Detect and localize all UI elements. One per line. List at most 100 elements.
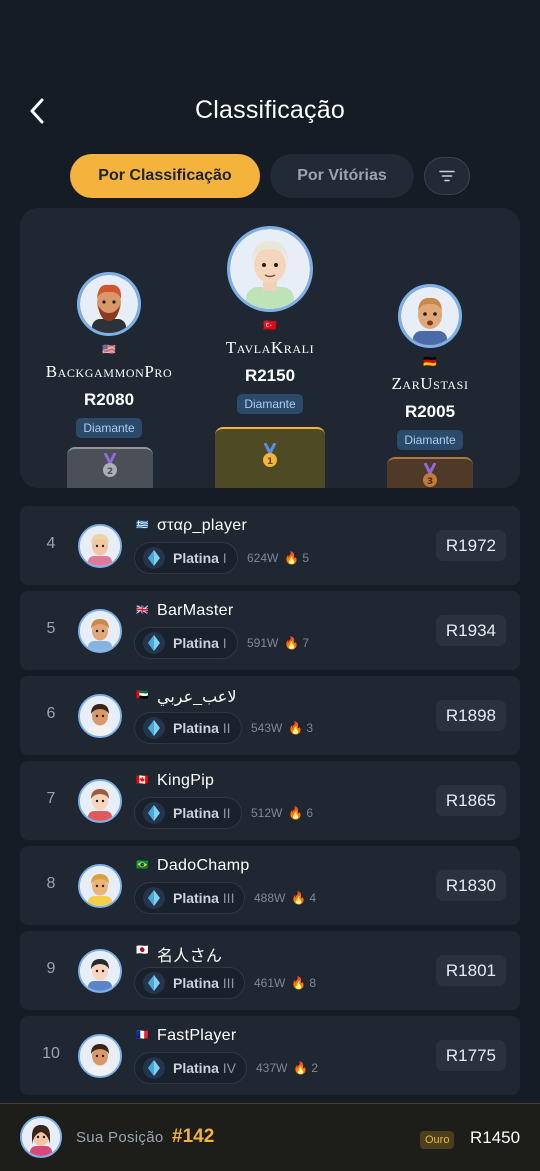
streak-count: 3 <box>306 721 313 735</box>
streak-count: 8 <box>309 976 316 990</box>
diamond-icon <box>143 632 165 654</box>
leaderboard-row[interactable]: 7 🇨🇦 KingPip Platina II 512W 🔥 6 R1865 <box>20 761 520 840</box>
tier-label: Platina I <box>173 550 227 566</box>
flag-icon: 🇺🇸 <box>102 344 116 356</box>
rank-number: 8 <box>46 875 56 892</box>
rating-badge: R1775 <box>435 1040 506 1071</box>
rating-badge: R1972 <box>435 530 506 561</box>
tier-pill: Platina II <box>134 797 242 829</box>
leaderboard-row[interactable]: 9 🇯🇵 名人さん Platina III 461W 🔥 8 R1801 <box>20 931 520 1010</box>
player-name: KingPip <box>157 772 215 789</box>
fire-icon: 🔥 <box>284 636 300 650</box>
diamond-icon <box>143 547 165 569</box>
filter-button[interactable] <box>424 157 470 195</box>
my-position-bar[interactable]: Sua Posição #142 Ouro R1450 <box>0 1103 540 1171</box>
diamond-icon <box>143 972 165 994</box>
podium-first[interactable]: 🇹🇷 TavlaKrali R2150 Diamante <box>180 226 360 414</box>
avatar <box>77 272 141 336</box>
podium-third[interactable]: 🇩🇪 ZarUstasi R2005 Diamante <box>340 284 520 450</box>
rating-badge: R1865 <box>435 785 506 816</box>
tab-by-wins[interactable]: Por Vitórias <box>270 154 414 198</box>
fire-icon: 🔥 <box>293 1061 309 1075</box>
streak-count: 4 <box>309 891 316 905</box>
player-name: ZarUstasi <box>391 374 469 393</box>
flag-icon: 🇯🇵 <box>136 945 149 956</box>
svg-text:3: 3 <box>427 477 433 487</box>
podium-block-third: 3 <box>387 457 473 488</box>
wins-count: 591W <box>247 636 279 650</box>
diamond-icon <box>143 717 165 739</box>
podium-second[interactable]: 🇺🇸 BackgammonPro R2080 Diamante <box>20 272 198 438</box>
player-name: BarMaster <box>157 602 234 619</box>
player-stats: 488W 🔥 4 <box>254 891 316 905</box>
flag-icon: 🇬🇷 <box>136 520 149 531</box>
leaderboard-row[interactable]: 8 🇧🇷 DadoChamp Platina III 488W 🔥 4 R183… <box>20 846 520 925</box>
avatar <box>398 284 462 348</box>
avatar <box>78 694 122 738</box>
my-avatar <box>20 1116 62 1158</box>
rank-number: 6 <box>46 705 56 722</box>
leaderboard-list: 4 🇬🇷 σταρ_player Platina I 624W 🔥 5 R197… <box>20 506 520 1101</box>
svg-text:1: 1 <box>267 457 273 467</box>
avatar <box>78 1034 122 1078</box>
avatar <box>227 226 313 312</box>
streak-count: 5 <box>302 551 309 565</box>
my-rating: R1450 <box>470 1128 521 1147</box>
silver-medal-icon: 2 <box>103 453 117 477</box>
player-rating: R2150 <box>244 366 296 385</box>
leaderboard-row[interactable]: 10 🇫🇷 FastPlayer Platina IV 437W 🔥 2 R17… <box>20 1016 520 1095</box>
tier-pill: Platina III <box>134 967 246 999</box>
svg-text:2: 2 <box>107 467 113 477</box>
tier-badge: Diamante <box>76 418 142 438</box>
wins-count: 437W <box>256 1061 288 1075</box>
streak-count: 2 <box>311 1061 318 1075</box>
avatar <box>78 864 122 908</box>
player-name: 名人さん <box>157 948 223 965</box>
leaderboard-row[interactable]: 4 🇬🇷 σταρ_player Platina I 624W 🔥 5 R197… <box>20 506 520 585</box>
leaderboard-row[interactable]: 6 🇦🇪 لاعب_عربي Platina II 543W 🔥 3 R1898 <box>20 676 520 755</box>
player-rating: R2080 <box>83 390 135 409</box>
tier-pill: Platina II <box>134 712 242 744</box>
player-name: σταρ_player <box>157 517 248 534</box>
rank-number: 10 <box>42 1045 60 1062</box>
rating-badge: R1898 <box>435 700 506 731</box>
player-name: لاعب_عربي <box>157 689 237 706</box>
wins-count: 512W <box>251 806 283 820</box>
tier-label: Platina III <box>173 975 235 991</box>
player-rating: R2005 <box>404 402 456 421</box>
wins-count: 488W <box>254 891 286 905</box>
flag-icon: 🇹🇷 <box>263 320 277 332</box>
player-name: FastPlayer <box>157 1027 237 1044</box>
fire-icon: 🔥 <box>284 551 300 565</box>
fire-icon: 🔥 <box>288 721 304 735</box>
wins-count: 624W <box>247 551 279 565</box>
player-name: DadoChamp <box>157 857 250 874</box>
fire-icon: 🔥 <box>291 891 307 905</box>
diamond-icon <box>143 802 165 824</box>
filter-icon <box>439 170 455 182</box>
tab-by-ranking[interactable]: Por Classificação <box>70 154 260 198</box>
tier-label: Platina IV <box>173 1060 237 1076</box>
leaderboard-row[interactable]: 5 🇬🇧 BarMaster Platina I 591W 🔥 7 R1934 <box>20 591 520 670</box>
wins-count: 543W <box>251 721 283 735</box>
tier-badge: Diamante <box>237 394 303 414</box>
avatar <box>78 609 122 653</box>
my-tier-badge: Ouro <box>420 1131 455 1149</box>
avatar <box>78 524 122 568</box>
bronze-medal-icon: 3 <box>423 463 437 487</box>
rank-number: 9 <box>46 960 56 977</box>
player-stats: 543W 🔥 3 <box>251 721 313 735</box>
podium-block-first: 1 <box>215 427 325 488</box>
tier-label: Platina II <box>173 720 231 736</box>
my-position-number: #142 <box>172 1126 215 1147</box>
tab-bar: Por Classificação Por Vitórias <box>70 154 470 198</box>
streak-count: 6 <box>306 806 313 820</box>
tier-label: Platina II <box>173 805 231 821</box>
flag-icon: 🇬🇧 <box>136 605 149 616</box>
tier-pill: Platina IV <box>134 1052 248 1084</box>
player-stats: 437W 🔥 2 <box>256 1061 318 1075</box>
wins-count: 461W <box>254 976 286 990</box>
flag-icon: 🇫🇷 <box>136 1030 149 1041</box>
tier-pill: Platina I <box>134 542 238 574</box>
fire-icon: 🔥 <box>291 976 307 990</box>
